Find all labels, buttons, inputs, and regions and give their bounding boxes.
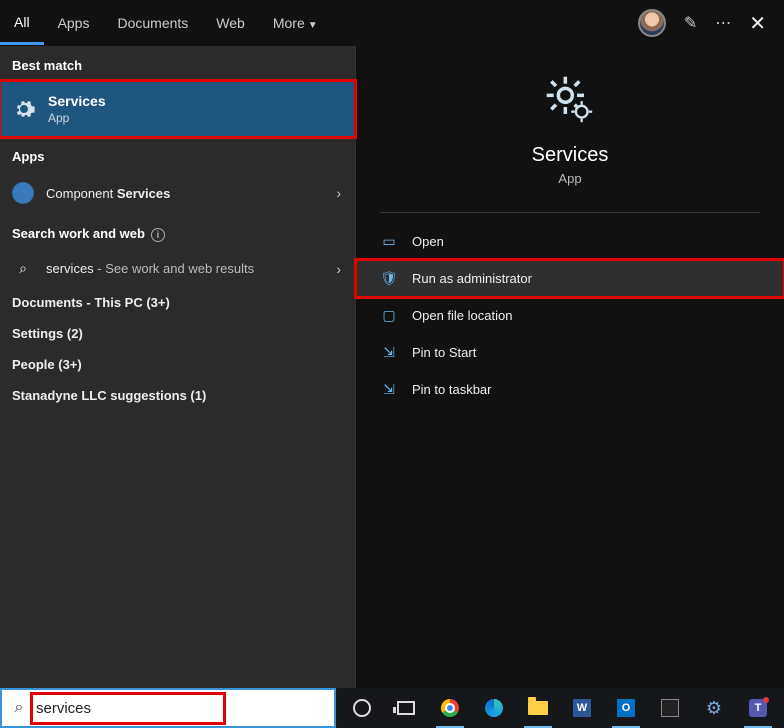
filter-tabs: All Apps Documents Web More▼ ✎ ⋯ ✕ <box>0 0 784 46</box>
taskbar-teams[interactable]: T <box>738 688 778 728</box>
taskbar-settings[interactable]: ⚙ <box>694 688 734 728</box>
divider <box>380 212 760 213</box>
gear-icon <box>542 72 598 128</box>
taskbar-chrome[interactable] <box>430 688 470 728</box>
result-web-services[interactable]: ⌕ services - See work and web results › <box>0 250 355 287</box>
tab-more[interactable]: More▼ <box>259 3 332 43</box>
admin-icon: 🛡 <box>380 270 398 287</box>
tab-apps[interactable]: Apps <box>44 3 104 43</box>
taskbar-explorer[interactable] <box>518 688 558 728</box>
result-component-services[interactable]: Component Services › <box>0 172 355 214</box>
tab-web[interactable]: Web <box>202 3 259 43</box>
action-label: Pin to taskbar <box>412 382 492 397</box>
more-options-icon[interactable]: ⋯ <box>715 13 731 33</box>
action-open-file-location[interactable]: ▢ Open file location <box>356 297 784 334</box>
task-view-icon[interactable] <box>386 688 426 728</box>
best-match-title: Services <box>48 93 106 109</box>
preview-header: Services App <box>356 46 784 186</box>
close-icon[interactable]: ✕ <box>749 11 766 36</box>
taskbar-edge[interactable] <box>474 688 514 728</box>
preview-type: App <box>356 171 784 186</box>
action-label: Open file location <box>412 308 512 323</box>
action-label: Open <box>412 234 444 249</box>
chevron-right-icon: › <box>336 261 341 277</box>
bottom-bar: ⌕ W O ⚙ T <box>0 688 784 728</box>
search-icon: ⌕ <box>2 699 36 717</box>
folder-icon: ▢ <box>380 307 398 324</box>
open-icon: ▭ <box>380 233 398 250</box>
action-label: Pin to Start <box>412 345 476 360</box>
results-list: Best match Services App Apps Component S… <box>0 46 355 688</box>
chevron-right-icon: › <box>336 185 341 201</box>
search-input[interactable] <box>36 690 334 726</box>
feedback-icon[interactable]: ✎ <box>684 13 697 33</box>
component-services-icon <box>12 182 34 204</box>
pin-icon: ⇲ <box>380 344 398 361</box>
section-apps: Apps <box>0 137 355 172</box>
best-match-services[interactable]: Services App <box>0 81 355 137</box>
pin-icon: ⇲ <box>380 381 398 398</box>
action-pin-to-start[interactable]: ⇲ Pin to Start <box>356 334 784 371</box>
taskbar: W O ⚙ T <box>336 688 784 728</box>
taskbar-outlook[interactable]: O <box>606 688 646 728</box>
tab-all[interactable]: All <box>0 2 44 45</box>
section-search-work-web: Search work and webi <box>0 214 355 250</box>
section-best-match: Best match <box>0 46 355 81</box>
info-icon: i <box>151 228 165 242</box>
best-match-text: Services App <box>48 93 106 125</box>
action-open[interactable]: ▭ Open <box>356 223 784 260</box>
action-run-as-admin[interactable]: 🛡 Run as administrator <box>356 260 784 297</box>
result-label: services - See work and web results <box>46 261 254 276</box>
section-settings[interactable]: Settings (2) <box>0 318 355 349</box>
section-stanadyne[interactable]: Stanadyne LLC suggestions (1) <box>0 380 355 411</box>
preview-title: Services <box>356 144 784 167</box>
search-box[interactable]: ⌕ <box>0 688 336 728</box>
user-avatar[interactable] <box>638 9 666 37</box>
taskbar-word[interactable]: W <box>562 688 602 728</box>
best-match-subtitle: App <box>48 111 106 125</box>
result-label: Component Services <box>46 186 170 201</box>
taskbar-store[interactable] <box>650 688 690 728</box>
section-documents[interactable]: Documents - This PC (3+) <box>0 287 355 318</box>
preview-pane: Services App ▭ Open 🛡 Run as administrat… <box>355 46 784 688</box>
cortana-icon[interactable] <box>342 688 382 728</box>
tab-documents[interactable]: Documents <box>103 3 202 43</box>
search-results-panel: All Apps Documents Web More▼ ✎ ⋯ ✕ Best … <box>0 0 784 688</box>
action-label: Run as administrator <box>412 271 532 286</box>
search-icon: ⌕ <box>12 260 34 277</box>
section-people[interactable]: People (3+) <box>0 349 355 380</box>
gear-icon <box>12 97 36 121</box>
content-area: Best match Services App Apps Component S… <box>0 46 784 688</box>
action-pin-to-taskbar[interactable]: ⇲ Pin to taskbar <box>356 371 784 408</box>
